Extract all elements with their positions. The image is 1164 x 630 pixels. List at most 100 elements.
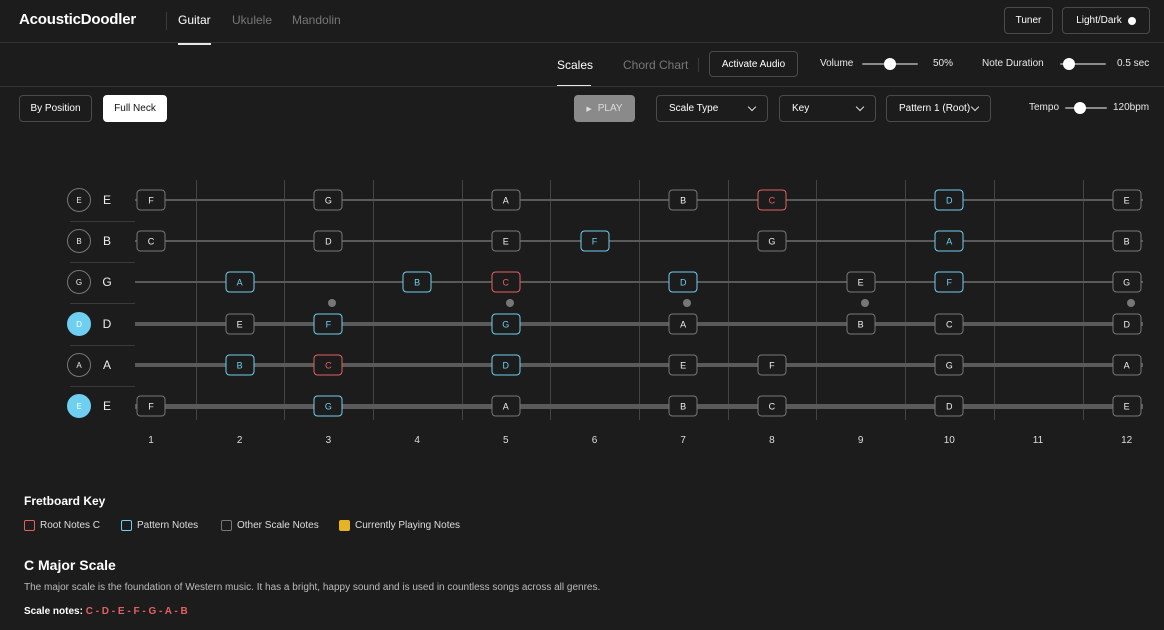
string-line xyxy=(135,362,1143,368)
fretboard-note[interactable]: A xyxy=(934,230,964,252)
fretboard-note[interactable]: B xyxy=(668,395,698,417)
legend-swatch xyxy=(121,520,132,531)
tab-mandolin[interactable]: Mandolin xyxy=(292,13,341,27)
scale-type-select[interactable]: Scale Type xyxy=(656,95,768,122)
full-neck-button[interactable]: Full Neck xyxy=(103,95,167,122)
tab-guitar[interactable]: Guitar xyxy=(178,13,211,27)
fretboard-note[interactable]: B xyxy=(225,354,255,376)
open-string-e-button[interactable]: E xyxy=(67,188,91,212)
legend-label: Other Scale Notes xyxy=(237,520,319,531)
fretboard-note[interactable]: F xyxy=(580,230,609,252)
fretboard-note[interactable]: F xyxy=(136,395,166,417)
tuner-button[interactable]: Tuner xyxy=(1004,7,1053,34)
subtab-chord-chart[interactable]: Chord Chart xyxy=(623,58,688,72)
fretboard-note[interactable]: G xyxy=(313,395,343,417)
fretboard-note[interactable]: G xyxy=(934,354,964,376)
legend-swatch xyxy=(339,520,350,531)
fretboard-note[interactable]: E xyxy=(1112,395,1142,417)
play-label: PLAY xyxy=(597,103,623,114)
active-tab-indicator xyxy=(178,43,211,45)
tempo-label: Tempo xyxy=(1029,102,1060,113)
scale-notes-label: Scale notes: xyxy=(24,606,83,617)
fretboard-note[interactable]: B xyxy=(846,313,876,335)
fretboard-note[interactable]: C xyxy=(313,354,343,376)
fretboard-note[interactable]: F xyxy=(757,354,787,376)
volume-slider-knob[interactable] xyxy=(884,58,896,70)
fret-number-label: 3 xyxy=(325,435,332,446)
open-string-a-button[interactable]: A xyxy=(67,353,91,377)
activate-audio-button[interactable]: Activate Audio xyxy=(709,51,798,77)
fretboard-note[interactable]: F xyxy=(136,189,166,211)
fretboard-note[interactable]: E xyxy=(846,271,876,293)
fretboard-note[interactable]: A xyxy=(491,395,521,417)
legend-label: Currently Playing Notes xyxy=(355,520,461,531)
fretboard-note[interactable]: D xyxy=(934,395,964,417)
fretboard-note[interactable]: E xyxy=(491,230,521,252)
string-line xyxy=(135,403,1143,409)
open-string-g-button[interactable]: G xyxy=(67,270,91,294)
fretboard-note[interactable]: F xyxy=(934,271,964,293)
toolbar-border xyxy=(0,86,1164,87)
open-string-d-button[interactable]: D xyxy=(67,312,91,336)
activate-audio-label: Activate Audio xyxy=(721,58,786,70)
scale-notes: Scale notes: C - D - E - F - G - A - B xyxy=(24,606,188,617)
fretboard-note[interactable]: A xyxy=(1112,354,1142,376)
fretboard-note[interactable]: B xyxy=(668,189,698,211)
fretboard-note[interactable]: G xyxy=(491,313,521,335)
open-string-b-button[interactable]: B xyxy=(67,229,91,253)
tab-ukulele[interactable]: Ukulele xyxy=(232,13,272,27)
fret-line xyxy=(905,180,907,420)
by-position-button[interactable]: By Position xyxy=(19,95,92,122)
legend-swatch xyxy=(221,520,232,531)
subtab-scales[interactable]: Scales xyxy=(557,58,593,72)
fretboard-note[interactable]: E xyxy=(668,354,698,376)
fretboard-note[interactable]: B xyxy=(1112,230,1142,252)
fretboard-note[interactable]: C xyxy=(757,395,787,417)
fretboard-note[interactable]: D xyxy=(313,230,343,252)
fret-inlay-dot xyxy=(1126,299,1135,307)
fretboard-note[interactable]: G xyxy=(313,189,343,211)
fretboard-note[interactable]: C xyxy=(491,271,521,293)
fretboard-note[interactable]: A xyxy=(491,189,521,211)
string-row-divider xyxy=(70,303,135,304)
pattern-select[interactable]: Pattern 1 (Root) xyxy=(886,95,991,122)
fretboard-note[interactable]: D xyxy=(491,354,521,376)
open-string-e-button[interactable]: E xyxy=(67,394,91,418)
tempo-slider-track xyxy=(1065,107,1107,109)
note-duration-slider-knob[interactable] xyxy=(1063,58,1076,70)
fretboard-note[interactable]: D xyxy=(934,189,964,211)
fretboard-note[interactable]: G xyxy=(1112,271,1142,293)
fretboard-note[interactable]: A xyxy=(225,271,255,293)
legend-label: Root Notes C xyxy=(40,520,101,531)
key-select[interactable]: Key xyxy=(779,95,876,122)
scale-type-label: Scale Type xyxy=(669,103,719,114)
fretboard-note[interactable]: C xyxy=(757,189,787,211)
fret-number-label: 7 xyxy=(680,435,686,446)
play-button[interactable]: ▶ PLAY xyxy=(574,95,635,122)
fretboard-note[interactable]: E xyxy=(225,313,255,335)
header-border xyxy=(0,42,1164,43)
fretboard-note[interactable]: B xyxy=(402,271,432,293)
subtab-divider xyxy=(698,58,699,72)
string-row-divider xyxy=(70,261,135,263)
fretboard-note[interactable]: G xyxy=(757,230,787,252)
note-duration-value: 0.5 sec xyxy=(1117,58,1150,69)
full-neck-label: Full Neck xyxy=(114,103,156,114)
key-label: Key xyxy=(792,103,810,114)
scale-notes-value: C - D - E - F - G - A - B xyxy=(85,606,188,617)
fretboard-note[interactable]: D xyxy=(668,271,698,293)
fretboard-note[interactable]: D xyxy=(1112,313,1142,335)
note-duration-slider[interactable] xyxy=(1060,57,1106,71)
fretboard-note[interactable]: C xyxy=(934,313,964,335)
theme-toggle-button[interactable]: Light/Dark xyxy=(1062,7,1150,34)
string-line xyxy=(135,280,1143,284)
tempo-slider[interactable] xyxy=(1065,101,1107,115)
fret-line xyxy=(461,180,463,420)
volume-slider[interactable] xyxy=(862,57,918,71)
fretboard-note[interactable]: E xyxy=(1112,189,1142,211)
fretboard-note[interactable]: C xyxy=(136,230,166,252)
tempo-slider-knob[interactable] xyxy=(1074,102,1086,114)
fretboard-note[interactable]: A xyxy=(668,313,698,335)
fretboard-note[interactable]: F xyxy=(313,313,343,335)
fretboard-key-title: Fretboard Key xyxy=(24,494,106,508)
